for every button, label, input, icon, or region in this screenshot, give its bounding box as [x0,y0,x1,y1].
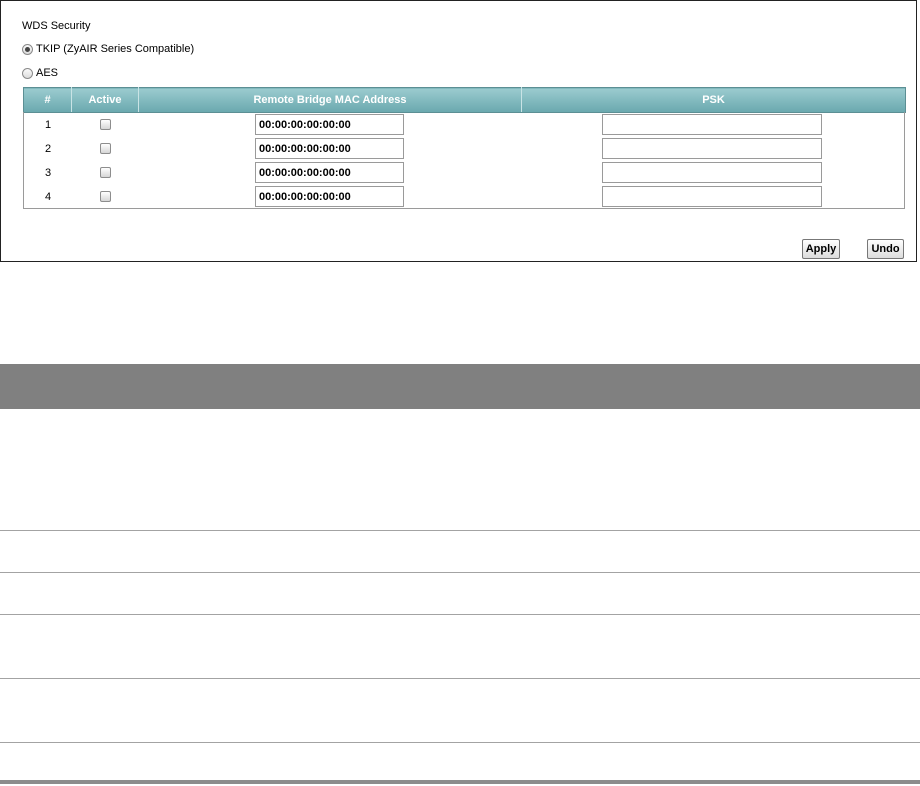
table-row: 1 [24,112,904,136]
psk-input[interactable] [602,114,822,135]
psk-input[interactable] [602,138,822,159]
radio-aes[interactable]: AES [22,65,58,81]
divider [0,572,920,573]
row-number: 2 [45,143,52,155]
section-title: WDS Security [22,20,91,32]
row-number: 3 [45,167,52,179]
table-row: 2 [24,136,904,160]
col-header-active: Active [71,87,139,113]
col-header-mac: Remote Bridge MAC Address [138,87,522,113]
apply-button[interactable]: Apply [802,239,840,259]
wds-table-body: 1 2 3 4 [23,112,905,209]
active-checkbox[interactable] [100,167,111,178]
table-row: 4 [24,184,904,208]
active-checkbox[interactable] [100,191,111,202]
wds-security-panel: WDS Security TKIP (ZyAIR Series Compatib… [0,0,917,262]
divider [0,530,920,531]
radio-tkip[interactable]: TKIP (ZyAIR Series Compatible) [22,41,194,57]
bottom-rule [0,780,920,784]
table-row: 3 [24,160,904,184]
description-table-header [0,364,920,409]
mac-address-input[interactable] [255,114,404,135]
col-header-number: # [23,87,72,113]
psk-input[interactable] [602,186,822,207]
radio-aes-label: AES [36,67,59,79]
radio-tkip-label: TKIP (ZyAIR Series Compatible) [36,43,195,55]
active-checkbox[interactable] [100,143,111,154]
mac-address-input[interactable] [255,162,404,183]
mac-address-input[interactable] [255,186,404,207]
row-number: 1 [45,119,52,131]
row-number: 4 [45,191,52,203]
radio-button-icon[interactable] [22,67,33,79]
wds-table-header: # Active Remote Bridge MAC Address PSK [23,87,906,113]
psk-input[interactable] [602,162,822,183]
divider [0,742,920,743]
col-header-psk: PSK [521,87,906,113]
divider [0,614,920,615]
mac-address-input[interactable] [255,138,404,159]
undo-button[interactable]: Undo [867,239,904,259]
active-checkbox[interactable] [100,119,111,130]
radio-button-icon[interactable] [22,43,33,55]
divider [0,678,920,679]
